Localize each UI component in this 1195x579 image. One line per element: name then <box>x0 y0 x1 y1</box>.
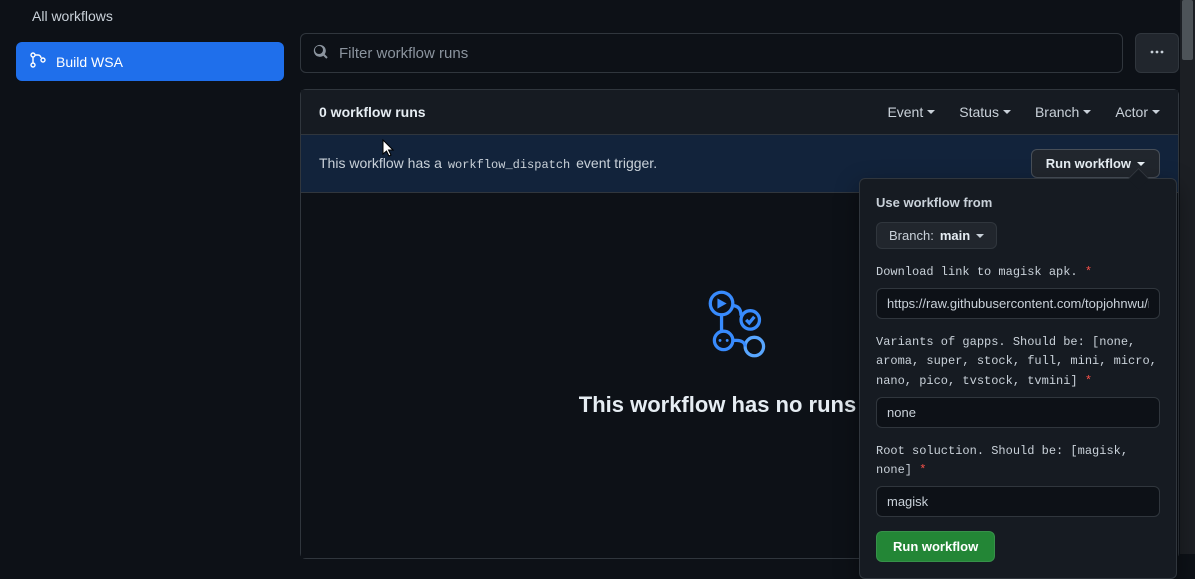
empty-title: This workflow has no runs yet. <box>579 392 901 418</box>
kebab-icon <box>1149 44 1165 63</box>
filter-input[interactable] <box>339 45 1110 62</box>
scrollbar-thumb[interactable] <box>1182 0 1193 60</box>
filter-status[interactable]: Status <box>959 104 1011 120</box>
sidebar-all-workflows[interactable]: All workflows <box>16 0 284 32</box>
filter-actor[interactable]: Actor <box>1115 104 1160 120</box>
filter-input-wrap[interactable] <box>300 33 1123 73</box>
runs-count: 0 workflow runs <box>319 104 426 120</box>
chevron-down-icon <box>976 234 984 238</box>
filter-branch[interactable]: Branch <box>1035 104 1091 120</box>
run-workflow-popup: Use workflow from Branch: main Download … <box>859 178 1177 579</box>
main-content: magisk.yml 0 workflow runs Event Status <box>300 0 1195 554</box>
branch-select-button[interactable]: Branch: main <box>876 222 997 249</box>
scrollbar[interactable] <box>1180 0 1195 554</box>
field-label-root: Root soluction. Should be: [magisk, none… <box>876 442 1160 480</box>
workflow-icon <box>30 52 46 71</box>
field-input-root[interactable] <box>876 486 1160 517</box>
field-label-gapps: Variants of gapps. Should be: [none, aro… <box>876 333 1160 391</box>
actions-empty-icon <box>699 283 781 368</box>
chevron-down-icon <box>1152 110 1160 114</box>
field-input-gapps[interactable] <box>876 397 1160 428</box>
run-workflow-submit-button[interactable]: Run workflow <box>876 531 995 562</box>
sidebar: All workflows Build WSA <box>0 0 300 554</box>
chevron-down-icon <box>1137 162 1145 166</box>
chevron-down-icon <box>1083 110 1091 114</box>
chevron-down-icon <box>927 110 935 114</box>
sidebar-item-build-wsa[interactable]: Build WSA <box>16 42 284 81</box>
field-input-magisk-link[interactable] <box>876 288 1160 319</box>
field-label-magisk-link: Download link to magisk apk. * <box>876 263 1160 282</box>
chevron-down-icon <box>1003 110 1011 114</box>
more-actions-button[interactable] <box>1135 33 1179 73</box>
sidebar-item-label: Build WSA <box>56 54 123 70</box>
popup-heading: Use workflow from <box>876 195 1160 210</box>
runs-panel-header: 0 workflow runs Event Status Branch Acto… <box>301 90 1178 135</box>
dispatch-text: This workflow has a workflow_dispatch ev… <box>319 155 657 172</box>
filter-event[interactable]: Event <box>887 104 935 120</box>
search-icon <box>313 44 339 63</box>
